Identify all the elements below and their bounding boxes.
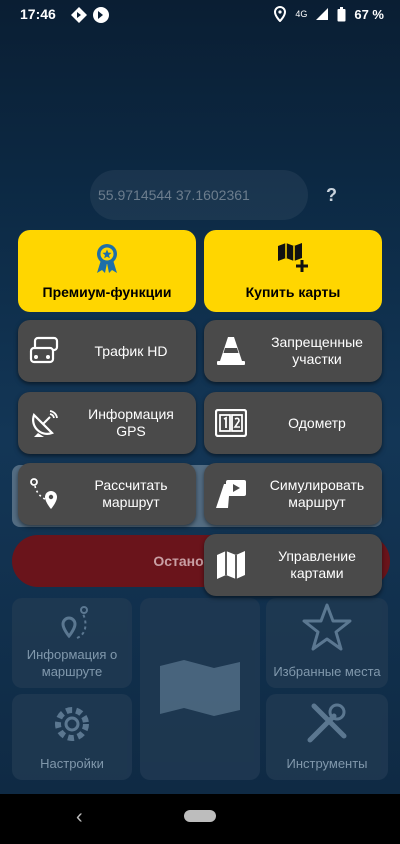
route-info-tile[interactable]: Информация о маршруте: [12, 598, 132, 688]
gps-info-button[interactable]: Информация GPS: [18, 392, 196, 454]
navigation-app-icon: [71, 7, 87, 23]
traffic-hd-button[interactable]: Трафик HD: [18, 320, 196, 382]
add-map-icon: [278, 243, 308, 272]
tools-icon: [307, 703, 347, 743]
app-screen: 17:46 4G 67 % 55.9714544 37.1602361 ? Ос…: [0, 0, 400, 794]
buy-maps-label: Купить карты: [245, 284, 341, 300]
coordinates-field[interactable]: 55.9714544 37.1602361: [90, 170, 308, 220]
signal-icon: [316, 8, 329, 20]
tools-tile[interactable]: Инструменты: [266, 694, 388, 780]
route-play-icon: [204, 478, 258, 510]
route-info-label: Информация о маршруте: [26, 647, 118, 679]
route-icon: [18, 477, 72, 511]
map-icon: [204, 550, 258, 580]
help-button[interactable]: ?: [326, 185, 337, 206]
favorites-label: Избранные места: [273, 664, 381, 679]
status-bar: 17:46 4G 67 %: [0, 0, 400, 30]
restricted-areas-label: Запрещенные участки: [271, 334, 363, 367]
simulate-route-label: Симулировать маршрут: [269, 477, 365, 510]
battery-icon: [337, 6, 346, 21]
back-icon[interactable]: ‹: [76, 806, 83, 829]
settings-tile[interactable]: Настройки: [12, 694, 132, 780]
battery-percent: 67 %: [354, 6, 384, 22]
manage-maps-button[interactable]: Управление картами: [204, 534, 382, 596]
settings-label: Настройки: [40, 756, 104, 771]
premium-features-button[interactable]: Премиум-функции: [18, 230, 196, 312]
odometer-label: Одометр: [288, 414, 346, 431]
location-icon: [274, 6, 287, 22]
simulate-route-button[interactable]: Симулировать маршрут: [204, 463, 382, 525]
buy-maps-button[interactable]: Купить карты: [204, 230, 382, 312]
status-time: 17:46: [20, 6, 56, 22]
map-icon: [160, 660, 240, 716]
status-right: 4G 67 %: [273, 6, 384, 22]
award-ribbon-icon: [97, 244, 117, 273]
star-icon: [302, 603, 352, 651]
gear-icon: [55, 707, 89, 741]
restricted-areas-button[interactable]: Запрещенные участки: [204, 320, 382, 382]
cars-icon: [18, 336, 72, 366]
odometer-button[interactable]: Одометр: [204, 392, 382, 454]
favorites-tile[interactable]: Избранные места: [266, 598, 388, 688]
home-pill[interactable]: [184, 810, 216, 822]
coordinates-value: 55.9714544 37.1602361: [98, 187, 250, 203]
calculate-route-button[interactable]: Рассчитать маршрут: [18, 463, 196, 525]
gps-info-label: Информация GPS: [88, 406, 174, 439]
satellite-dish-icon: [18, 407, 72, 439]
route-pin-icon: [61, 606, 88, 639]
traffic-cone-icon: [204, 335, 258, 367]
premium-features-label: Премиум-функции: [42, 284, 172, 300]
calculate-route-label: Рассчитать маршрут: [94, 477, 168, 510]
tools-label: Инструменты: [286, 756, 368, 771]
odometer-icon: [204, 409, 258, 437]
manage-maps-label: Управление картами: [278, 548, 356, 581]
network-type: 4G: [295, 8, 308, 19]
app-notification-icon: [93, 7, 109, 23]
map-tile[interactable]: [140, 598, 260, 780]
system-nav-bar: ‹: [0, 794, 400, 844]
traffic-hd-label: Трафик HD: [94, 342, 168, 359]
